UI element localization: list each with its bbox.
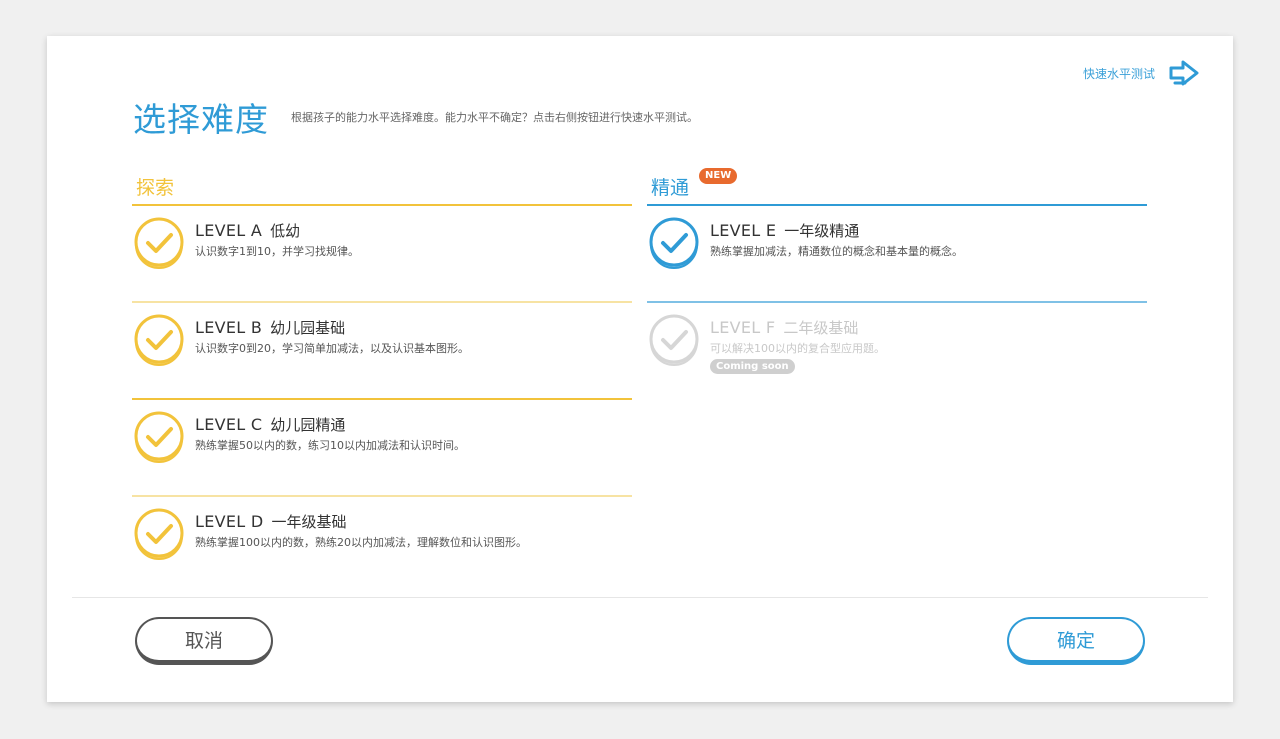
level-c-title: LEVEL C 幼儿园精通 xyxy=(195,414,345,435)
level-code: LEVEL C xyxy=(195,415,263,434)
check-circle-icon xyxy=(134,314,184,366)
quick-test-label: 快速水平测试 xyxy=(1082,66,1155,81)
level-a-item[interactable]: LEVEL A 低幼 认识数字1到10，并学习找规律。 xyxy=(132,206,632,303)
page-title: 选择难度 xyxy=(133,100,269,139)
check-circle-icon xyxy=(649,217,699,269)
explore-section-header: 探索 xyxy=(132,172,632,206)
arrow-right-icon xyxy=(1169,60,1199,86)
explore-section-title: 探索 xyxy=(136,177,175,199)
level-name: 低幼 xyxy=(270,222,301,240)
level-d-title: LEVEL D 一年级基础 xyxy=(195,511,347,532)
level-e-title: LEVEL E 一年级精通 xyxy=(710,220,859,241)
level-description: 可以解决100以内的复合型应用题。 xyxy=(710,342,885,355)
coming-soon-badge: Coming soon xyxy=(710,359,795,374)
level-f-item: LEVEL F 二年级基础 可以解决100以内的复合型应用题。 Coming so… xyxy=(647,303,1147,400)
check-circle-icon xyxy=(134,411,184,463)
level-code: LEVEL A xyxy=(195,221,263,240)
level-e-item[interactable]: LEVEL E 一年级精通 熟练掌握加减法，精通数位的概念和基本量的概念。 xyxy=(647,206,1147,303)
check-circle-icon xyxy=(649,314,699,366)
level-description: 熟练掌握100以内的数，熟练20以内加减法，理解数位和认识图形。 xyxy=(195,536,527,549)
check-circle-icon xyxy=(134,217,184,269)
level-code: LEVEL E xyxy=(710,221,777,240)
level-description: 认识数字0到20，学习简单加减法，以及认识基本图形。 xyxy=(195,342,469,355)
level-name: 一年级基础 xyxy=(271,513,347,531)
level-code: LEVEL B xyxy=(195,318,263,337)
level-code: LEVEL F xyxy=(710,318,776,337)
new-badge: NEW xyxy=(699,168,738,184)
level-c-item[interactable]: LEVEL C 幼儿园精通 熟练掌握50以内的数，练习10以内加减法和认识时间。 xyxy=(132,400,632,497)
level-name: 二年级基础 xyxy=(783,319,859,337)
explore-section: 探索 LEVEL A 低幼 认识数字1到10，并学习找规律。 LEVEL B 幼儿 xyxy=(132,172,632,594)
title-row: 选择难度 根据孩子的能力水平选择难度。能力水平不确定？点击右侧按钮进行快速水平测… xyxy=(133,98,739,142)
cancel-button[interactable]: 取消 xyxy=(135,617,273,665)
level-b-title: LEVEL B 幼儿园基础 xyxy=(195,317,345,338)
check-circle-icon xyxy=(134,508,184,560)
master-section: 精通 NEW LEVEL E 一年级精通 熟练掌握加减法，精通数位的概念和基本量的… xyxy=(647,168,1147,400)
level-a-title: LEVEL A 低幼 xyxy=(195,220,300,241)
level-d-item[interactable]: LEVEL D 一年级基础 熟练掌握100以内的数，熟练20以内加减法，理解数位和… xyxy=(132,497,632,594)
level-name: 幼儿园精通 xyxy=(270,416,346,434)
quick-test-button[interactable]: 快速水平测试 xyxy=(1083,58,1201,88)
page-description: 根据孩子的能力水平选择难度。能力水平不确定？点击右侧按钮进行快速水平测试。 xyxy=(291,111,698,124)
footer-divider xyxy=(72,597,1208,598)
level-b-item[interactable]: LEVEL B 幼儿园基础 认识数字0到20，学习简单加减法，以及认识基本图形。 xyxy=(132,303,632,400)
level-code: LEVEL D xyxy=(195,512,264,531)
master-section-header: 精通 NEW xyxy=(647,168,1147,206)
level-name: 一年级精通 xyxy=(784,222,860,240)
level-f-title: LEVEL F 二年级基础 xyxy=(710,317,858,338)
level-description: 熟练掌握50以内的数，练习10以内加减法和认识时间。 xyxy=(195,439,465,452)
confirm-button[interactable]: 确定 xyxy=(1007,617,1145,665)
level-description: 熟练掌握加减法，精通数位的概念和基本量的概念。 xyxy=(710,245,963,258)
level-name: 幼儿园基础 xyxy=(270,319,346,337)
master-section-title: 精通 xyxy=(651,177,690,199)
difficulty-dialog: 快速水平测试 选择难度 根据孩子的能力水平选择难度。能力水平不确定？点击右侧按钮… xyxy=(47,36,1233,702)
level-description: 认识数字1到10，并学习找规律。 xyxy=(195,245,359,258)
